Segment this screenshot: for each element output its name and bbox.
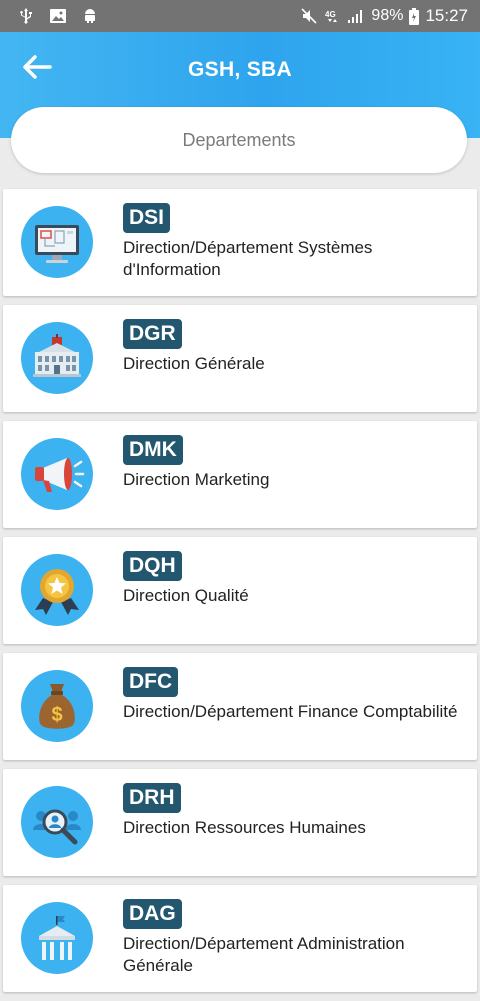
department-code-badge: DAG (123, 899, 182, 929)
battery-percent: 98% (371, 7, 404, 24)
department-code-badge: DRH (123, 783, 181, 813)
department-name: Direction Générale (123, 354, 265, 373)
svg-text:$: $ (51, 704, 62, 726)
image-icon (50, 8, 66, 24)
medal-icon (21, 554, 93, 626)
department-card-body: DAG Direction/Département Administration… (123, 899, 467, 977)
people-search-icon (21, 786, 93, 858)
building-icon (21, 322, 93, 394)
department-card-body: DGR Direction Générale (123, 319, 467, 375)
usb-icon (18, 8, 34, 24)
computer-icon (21, 206, 93, 278)
department-card-body: DMK Direction Marketing (123, 435, 467, 491)
department-card-body: DQH Direction Qualité (123, 551, 467, 607)
status-bar-left (18, 8, 98, 24)
page-title: GSH, SBA (188, 58, 292, 81)
status-bar-right: 4G 98% 15:27 (301, 6, 468, 26)
department-card-body: DRH Direction Ressources Humaines (123, 783, 467, 839)
departements-tab[interactable]: Departements (11, 107, 467, 173)
4g-icon: 4G (323, 8, 341, 24)
department-card-body: DFC Direction/Département Finance Compta… (123, 667, 467, 723)
department-card-drh[interactable]: DRH Direction Ressources Humaines (3, 769, 477, 876)
department-card-dsi[interactable]: DSI Direction/Département Systèmes d'Inf… (3, 189, 477, 296)
department-card-dag[interactable]: DAG Direction/Département Administration… (3, 885, 477, 992)
department-name: Direction Qualité (123, 586, 249, 605)
department-name: Direction/Département Systèmes d'Informa… (123, 238, 373, 279)
department-name: Direction Marketing (123, 470, 270, 489)
department-code-badge: DQH (123, 551, 182, 581)
network-label: 4G (325, 10, 336, 19)
department-list: DSI Direction/Département Systèmes d'Inf… (3, 189, 477, 1001)
department-card-body: DSI Direction/Département Systèmes d'Inf… (123, 203, 467, 281)
status-bar: 4G 98% 15:27 (0, 0, 480, 32)
signal-icon (347, 8, 365, 24)
department-card-dfc[interactable]: $ DFC Direction/Département Finance Comp… (3, 653, 477, 760)
megaphone-icon (21, 438, 93, 510)
money-bag-icon: $ (21, 670, 93, 742)
department-code-badge: DFC (123, 667, 179, 697)
android-icon (82, 8, 98, 24)
department-name: Direction/Département Finance Comptabili… (123, 702, 458, 721)
department-card-dmk[interactable]: DMK Direction Marketing (3, 421, 477, 528)
department-code-badge: DMK (123, 435, 183, 465)
department-name: Direction Ressources Humaines (123, 818, 366, 837)
department-card-dgr[interactable]: DGR Direction Générale (3, 305, 477, 412)
mute-icon (301, 8, 317, 24)
status-time: 15:27 (425, 6, 468, 25)
institution-icon (21, 902, 93, 974)
department-code-badge: DGR (123, 319, 182, 349)
department-card-dqh[interactable]: DQH Direction Qualité (3, 537, 477, 644)
department-code-badge: DSI (123, 203, 171, 233)
battery-icon (409, 7, 420, 25)
departements-tab-label: Departements (182, 129, 296, 150)
department-name: Direction/Département Administration Gén… (123, 934, 405, 975)
